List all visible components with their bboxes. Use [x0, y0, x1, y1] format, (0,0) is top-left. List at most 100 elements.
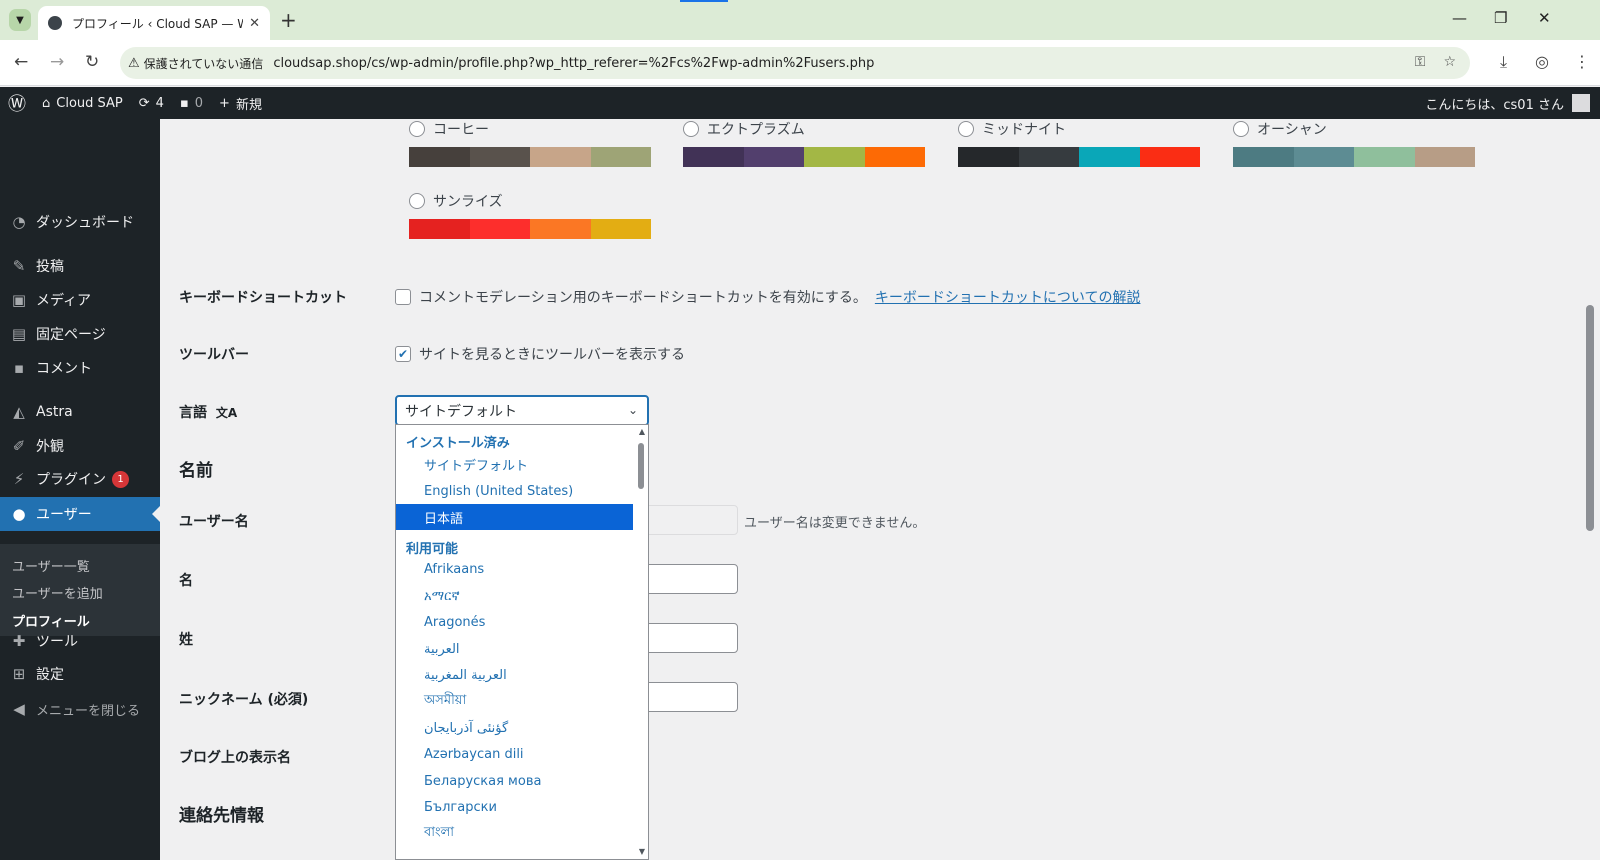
- collapse-menu-button[interactable]: ◀ メニューを閉じる: [0, 692, 160, 726]
- language-option[interactable]: অসমীয়া: [396, 688, 633, 714]
- scheme-radio[interactable]: [683, 121, 699, 137]
- dropdown-scrollbar[interactable]: ▲ ▼: [634, 425, 648, 859]
- language-option[interactable]: サイトデフォルト: [396, 451, 633, 477]
- scheme-radio[interactable]: [409, 121, 425, 137]
- language-row-label: 言語 文A: [179, 402, 237, 422]
- color-scheme-ectoplasm[interactable]: エクトプラズム: [683, 119, 925, 167]
- scheme-radio[interactable]: [1233, 121, 1249, 137]
- tab-title: プロフィール ‹ Cloud SAP — WordPress: [72, 16, 243, 31]
- scheme-name: コーヒー: [433, 122, 489, 138]
- restore-icon[interactable]: ❐: [1494, 9, 1507, 27]
- language-option[interactable]: Afrikaans: [396, 556, 633, 582]
- security-chip[interactable]: ⚠ 保護されていない通信: [128, 55, 273, 72]
- reload-icon[interactable]: ↻: [85, 52, 99, 72]
- nickname-label: ニックネーム (必須): [179, 692, 309, 708]
- my-account-link[interactable]: こんにちは、cs01 さん: [1425, 87, 1590, 119]
- last-name-input[interactable]: [640, 623, 738, 653]
- scheme-radio[interactable]: [958, 121, 974, 137]
- username-description: ユーザー名は変更できません。: [744, 516, 926, 531]
- name-section-title: 名前: [179, 461, 213, 481]
- collapse-label: メニューを閉じる: [36, 703, 141, 719]
- site-name-link[interactable]: ⌂ Cloud SAP: [34, 87, 131, 119]
- menu-label: ユーザー: [36, 507, 92, 523]
- color-scheme-ocean[interactable]: オーシャン: [1233, 119, 1475, 167]
- password-key-icon[interactable]: ⚿: [1415, 54, 1426, 70]
- comments-count: 0: [194, 95, 204, 111]
- download-icon[interactable]: ⤓: [1500, 52, 1507, 72]
- nickname-input[interactable]: [640, 682, 738, 712]
- address-bar[interactable]: ⚠ 保護されていない通信 cloudsap.shop/cs/wp-admin/p…: [120, 47, 1470, 79]
- color-scheme-midnight[interactable]: ミッドナイト: [958, 119, 1200, 167]
- submenu-add-user[interactable]: ユーザーを追加: [12, 583, 103, 602]
- scroll-down-icon[interactable]: ▼: [639, 847, 645, 856]
- toolbar-checkbox[interactable]: ✔: [395, 346, 411, 362]
- menu-label: ツール: [36, 634, 78, 650]
- forward-icon[interactable]: →: [50, 52, 64, 72]
- plugin-icon: ⚡: [13, 470, 25, 488]
- menu-comments[interactable]: ▪ コメント: [0, 351, 160, 385]
- menu-posts[interactable]: ✎ 投稿: [0, 249, 160, 283]
- menu-label: 固定ページ: [36, 327, 106, 343]
- language-option[interactable]: Български: [396, 794, 633, 820]
- menu-settings[interactable]: ⊞ 設定: [0, 657, 160, 691]
- submenu-all-users[interactable]: ユーザー一覧: [12, 556, 90, 575]
- menu-media[interactable]: ▣ メディア: [0, 283, 160, 317]
- shortcut-row-label: キーボードショートカット: [179, 290, 347, 306]
- scheme-swatches: [1233, 147, 1475, 167]
- color-scheme-coffee[interactable]: コーヒー: [409, 119, 651, 167]
- language-option[interactable]: العربية المغربية: [396, 662, 633, 688]
- scroll-up-icon[interactable]: ▲: [639, 427, 645, 436]
- language-select[interactable]: サイトデフォルト ⌄: [395, 395, 649, 426]
- url-text[interactable]: cloudsap.shop/cs/wp-admin/profile.php?wp…: [273, 56, 874, 71]
- language-option[interactable]: گؤنئی آذربایجان: [396, 715, 633, 741]
- shortcut-help-link[interactable]: キーボードショートカットについての解説: [875, 287, 1141, 307]
- current-menu-arrow: [152, 506, 160, 522]
- language-option[interactable]: বাংলা: [396, 820, 633, 846]
- wp-admin-bar: Ⓦ ⌂ Cloud SAP ⟳ 4 ▪ 0 + 新規 こんにちは、cs01 さん: [0, 87, 1600, 119]
- dropdown-scroll-thumb[interactable]: [638, 443, 644, 489]
- minimize-icon[interactable]: —: [1452, 9, 1467, 27]
- new-content-link[interactable]: + 新規: [211, 87, 270, 119]
- language-option[interactable]: Беларуская мова: [396, 768, 633, 794]
- menu-label: 投稿: [36, 259, 64, 275]
- menu-astra[interactable]: ◭ Astra: [0, 395, 160, 429]
- wordpress-logo-icon[interactable]: Ⓦ: [0, 87, 34, 119]
- language-option[interactable]: Aragonés: [396, 609, 633, 635]
- browser-tab-active[interactable]: プロフィール ‹ Cloud SAP — WordPress ✕: [38, 6, 270, 40]
- menu-plugins[interactable]: ⚡ プラグイン 1: [0, 462, 160, 496]
- menu-tools[interactable]: ✚ ツール: [0, 624, 160, 658]
- window-close-icon[interactable]: ✕: [1538, 9, 1551, 27]
- tab-close-icon[interactable]: ✕: [249, 16, 260, 31]
- language-option-selected[interactable]: 日本語: [396, 504, 633, 530]
- pin-icon: ✎: [12, 257, 26, 275]
- language-dropdown-list[interactable]: インストール済み サイトデフォルト English (United States…: [395, 424, 649, 860]
- page-scroll-thumb[interactable]: [1586, 305, 1594, 531]
- browser-menu-icon[interactable]: ⋮: [1574, 52, 1590, 71]
- menu-label: ダッシュボード: [36, 215, 134, 231]
- menu-dashboard[interactable]: ◔ ダッシュボード: [0, 205, 160, 239]
- first-name-input[interactable]: [640, 564, 738, 594]
- language-option[interactable]: العربية: [396, 636, 633, 662]
- tab-search-button[interactable]: ▼: [9, 9, 31, 31]
- language-option[interactable]: አማርኛ: [396, 583, 633, 609]
- language-option[interactable]: English (United States): [396, 478, 633, 504]
- scheme-swatches: [409, 219, 651, 239]
- bookmark-star-icon[interactable]: ☆: [1443, 54, 1456, 70]
- new-tab-button[interactable]: +: [280, 8, 297, 32]
- scheme-name: サンライズ: [433, 194, 503, 210]
- menu-appearance[interactable]: ✐ 外観: [0, 429, 160, 463]
- comments-link[interactable]: ▪ 0: [172, 87, 211, 119]
- menu-label: 外観: [36, 439, 64, 455]
- shortcut-checkbox[interactable]: [395, 289, 411, 305]
- brush-icon: ✐: [12, 437, 26, 455]
- astra-icon: ◭: [13, 403, 25, 421]
- language-option[interactable]: Azərbaycan dili: [396, 741, 633, 767]
- color-scheme-sunrise[interactable]: サンライズ: [409, 191, 651, 239]
- menu-users[interactable]: ● ユーザー: [0, 497, 160, 531]
- back-icon[interactable]: ←: [14, 52, 28, 72]
- page-scrollbar[interactable]: [1580, 119, 1600, 860]
- menu-pages[interactable]: ▤ 固定ページ: [0, 317, 160, 351]
- profile-icon[interactable]: ◎: [1535, 52, 1549, 71]
- scheme-radio[interactable]: [409, 193, 425, 209]
- updates-link[interactable]: ⟳ 4: [131, 87, 172, 119]
